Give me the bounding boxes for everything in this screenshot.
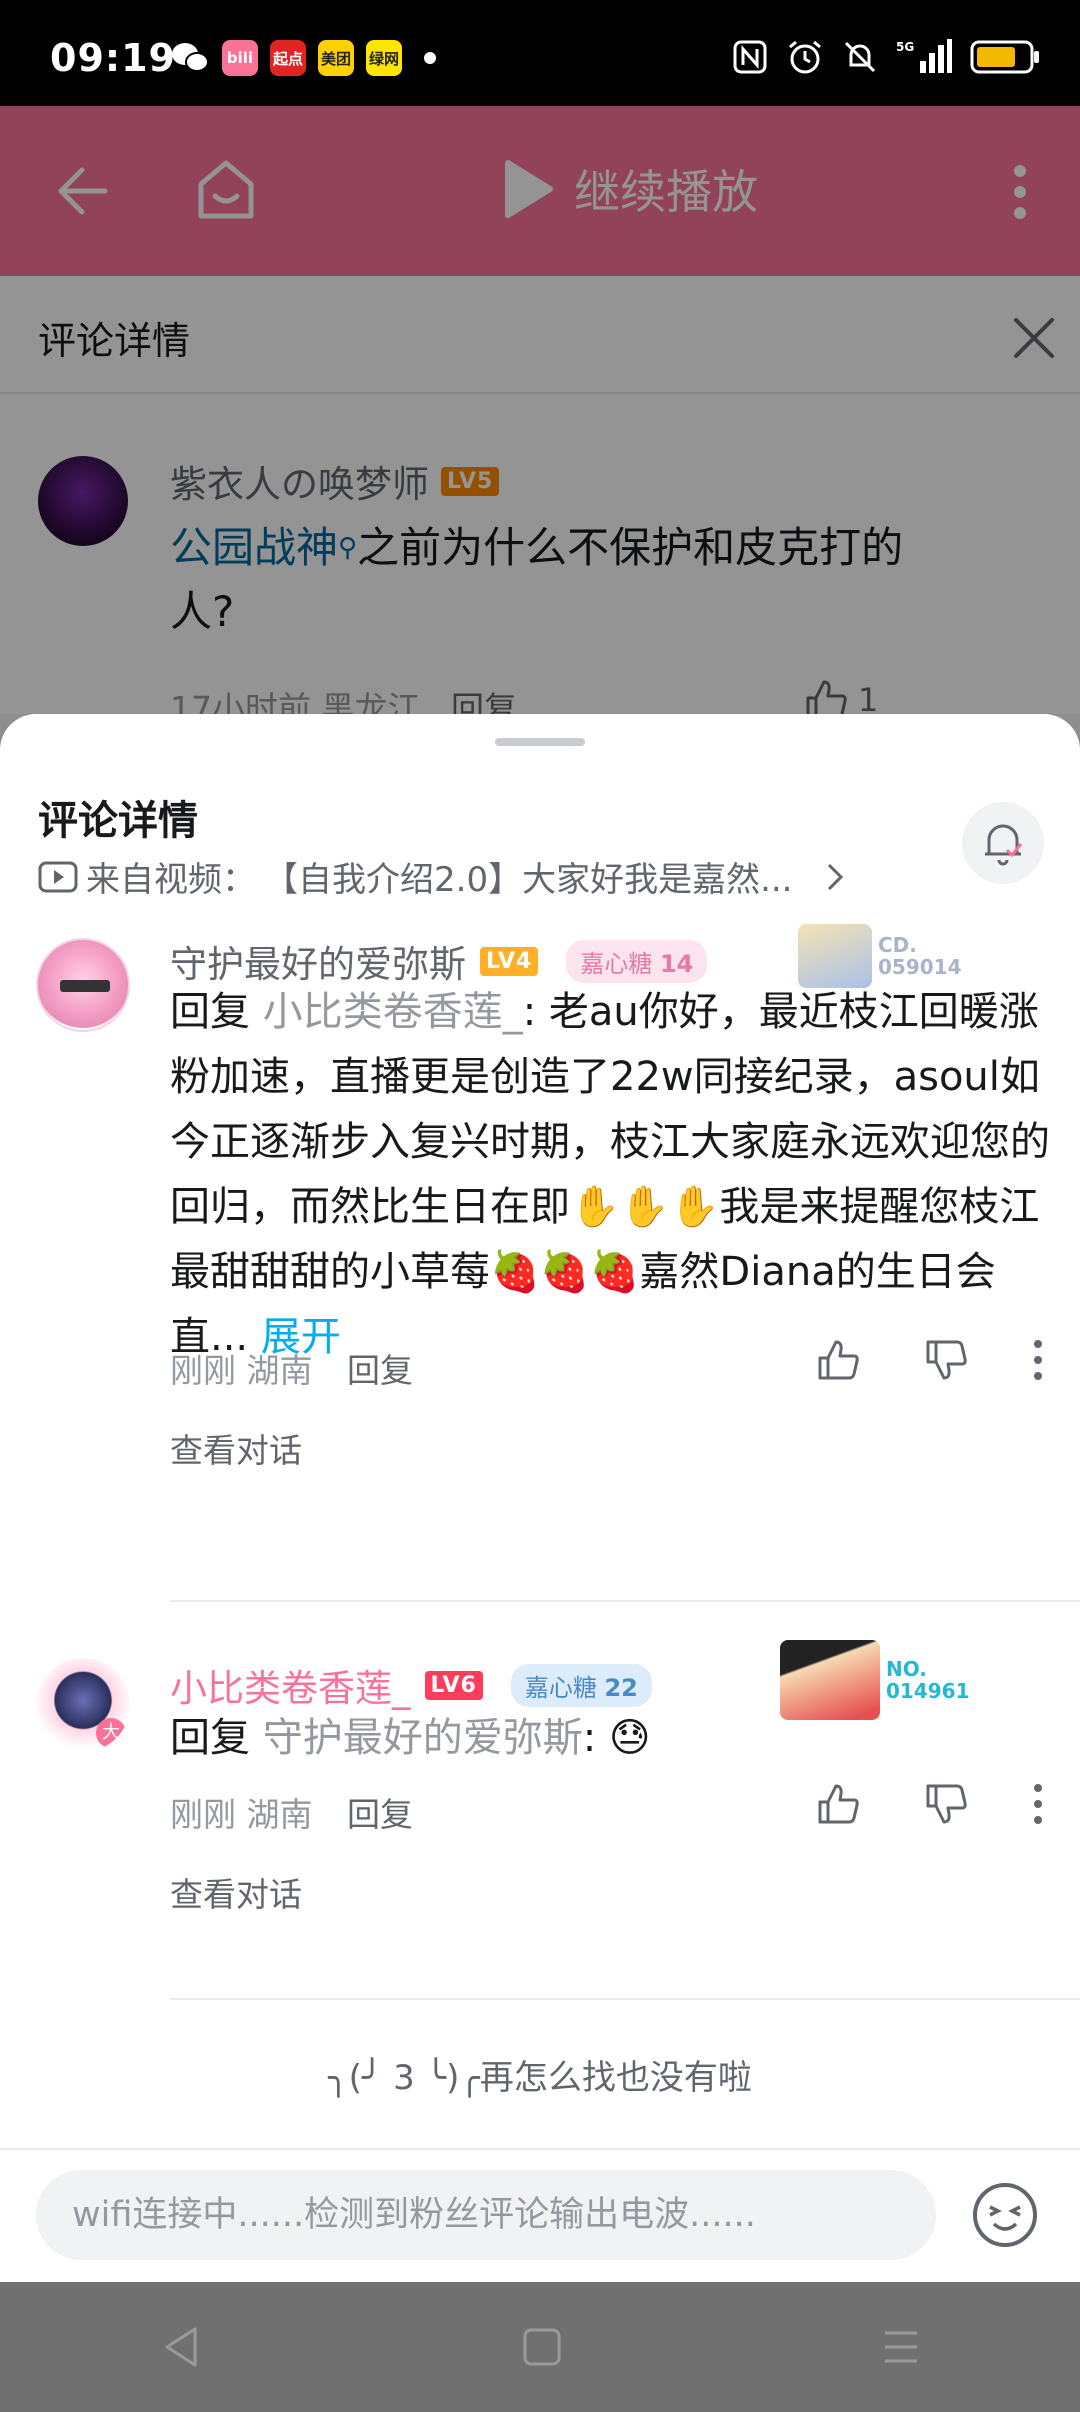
fan-medal-level: 22 (604, 1673, 638, 1702)
alarm-icon (789, 40, 821, 74)
meituan-app-icon: 美团 (318, 40, 354, 76)
collection-card-badge: CD. 059014 (798, 924, 962, 988)
comment-item: 守护最好的爱弥斯 LV4 嘉心糖 14 CD. 059014 回复 小比类卷香莲… (0, 924, 1080, 1470)
thumb-down-icon[interactable] (924, 1782, 968, 1826)
comment-user-row: 小比类卷香莲_ LV6 嘉心糖 22 (170, 1658, 652, 1712)
reply-prefix: 回复 (170, 989, 263, 1035)
status-bar: 09:19 bili 起点 美团 绿网 5G (0, 0, 1080, 106)
system-icons: 5G (732, 38, 1040, 76)
drag-handle[interactable] (495, 738, 585, 746)
end-of-list-text: ╮(╯ 3 ╰)╭再怎么找也没有啦 (328, 2058, 752, 2098)
card-number-prefix: CD. (878, 933, 917, 957)
system-navigation-bar (0, 2282, 1080, 2412)
card-character-image (798, 924, 872, 988)
svg-text:5G: 5G (896, 40, 914, 54)
sheet-title: 评论详情 (38, 798, 198, 844)
source-title: 【自我介绍2.0】大家好我是嘉然... (264, 860, 793, 900)
more-vertical-icon[interactable] (1032, 1784, 1044, 1824)
fan-medal-level: 14 (659, 949, 694, 978)
comment-time: 刚刚 (170, 1795, 236, 1834)
thumb-up-icon[interactable] (816, 1782, 860, 1826)
bell-icon (985, 824, 1023, 866)
comment-input-bar: wifi连接中......检测到粉丝评论输出电波...... (0, 2148, 1080, 2282)
fan-medal-name: 嘉心糖 (580, 949, 653, 978)
card-number-value: 014961 (886, 1679, 970, 1703)
comment-meta: 刚刚 湖南 回复 (170, 1344, 413, 1392)
reply-prefix: 回复 (170, 1715, 263, 1761)
notification-subscribe-button[interactable] (962, 802, 1044, 884)
status-time: 09:19 (50, 36, 176, 80)
battery-icon (970, 40, 1039, 74)
comment-location: 湖南 (246, 1351, 313, 1390)
fan-medal-badge: 嘉心糖 22 (510, 1663, 652, 1707)
more-vertical-icon[interactable] (1032, 1340, 1044, 1380)
thumb-down-icon[interactable] (924, 1338, 968, 1382)
notification-icons: bili 起点 美团 绿网 (170, 40, 436, 76)
avatar[interactable] (36, 938, 130, 1032)
mute-icon (844, 41, 876, 73)
source-prefix: 来自视频： (86, 860, 256, 900)
avatar[interactable]: 大 (36, 1658, 130, 1752)
comment-time: 刚刚 (170, 1351, 236, 1390)
card-number: NO. 014961 (886, 1658, 970, 1702)
reply-button[interactable]: 回复 (347, 1351, 413, 1390)
card-number-prefix: NO. (886, 1657, 927, 1681)
home-nav-icon[interactable] (522, 2327, 562, 2367)
card-number-value: 059014 (878, 955, 962, 979)
reply-to-user[interactable]: 小比类卷香莲_ (263, 989, 523, 1035)
level-badge: LV6 (424, 1670, 483, 1700)
comment-item: 大 小比类卷香莲_ LV6 嘉心糖 22 NO. 014961 回复 守护最好的… (0, 1640, 1080, 1978)
menu-nav-icon[interactable] (881, 2327, 921, 2367)
signal-icon: 5G (896, 39, 952, 73)
more-notifications-dot (424, 52, 436, 64)
divider (170, 1600, 1080, 1602)
avatar-pendant-badge: 大 (96, 1718, 126, 1748)
comment-detail-sheet: 评论详情 来自视频： 【自我介绍2.0】大家好我是嘉然... 守护最好的爱弥斯 … (0, 714, 1080, 2282)
comment-body: : 😓 (582, 1715, 651, 1761)
divider (170, 1998, 1080, 2000)
video-icon (38, 861, 78, 892)
comment-text: 回复 守护最好的爱弥斯: 😓 (170, 1706, 1050, 1771)
emoji-icon[interactable] (970, 2180, 1040, 2250)
thumb-up-icon[interactable] (816, 1338, 860, 1382)
card-number: CD. 059014 (878, 934, 962, 978)
comment-input[interactable]: wifi连接中......检测到粉丝评论输出电波...... (36, 2170, 936, 2260)
level-badge: LV4 (480, 946, 539, 976)
reply-to-user[interactable]: 守护最好的爱弥斯 (263, 1715, 583, 1761)
view-conversation-link[interactable]: 查看对话 (170, 1868, 302, 1916)
chevron-right-icon (827, 863, 843, 890)
comment-actions (816, 1338, 1044, 1382)
fan-medal-name: 嘉心糖 (524, 1673, 597, 1702)
comment-meta: 刚刚 湖南 回复 (170, 1788, 413, 1836)
comment-text: 回复 小比类卷香莲_: 老au你好，最近枝江回暖涨粉加速，直播更是创造了22w同… (170, 980, 1050, 1370)
comment-body: : 老au你好，最近枝江回暖涨粉加速，直播更是创造了22w同接纪录，asoul如… (170, 989, 1050, 1360)
wechat-icon (172, 43, 209, 72)
bilibili-app-icon: bili (222, 40, 258, 76)
video-source-link[interactable]: 来自视频： 【自我介绍2.0】大家好我是嘉然... (38, 852, 845, 901)
green-app-icon: 绿网 (366, 40, 402, 76)
nfc-icon (733, 40, 767, 74)
reply-button[interactable]: 回复 (347, 1795, 413, 1834)
comment-location: 湖南 (246, 1795, 313, 1834)
qidian-app-icon: 起点 (270, 40, 306, 76)
username[interactable]: 小比类卷香莲_ (170, 1658, 411, 1712)
comment-actions (816, 1782, 1044, 1826)
view-conversation-link[interactable]: 查看对话 (170, 1424, 302, 1472)
back-nav-icon[interactable] (159, 2325, 203, 2369)
fan-medal-badge: 嘉心糖 14 (566, 939, 708, 983)
